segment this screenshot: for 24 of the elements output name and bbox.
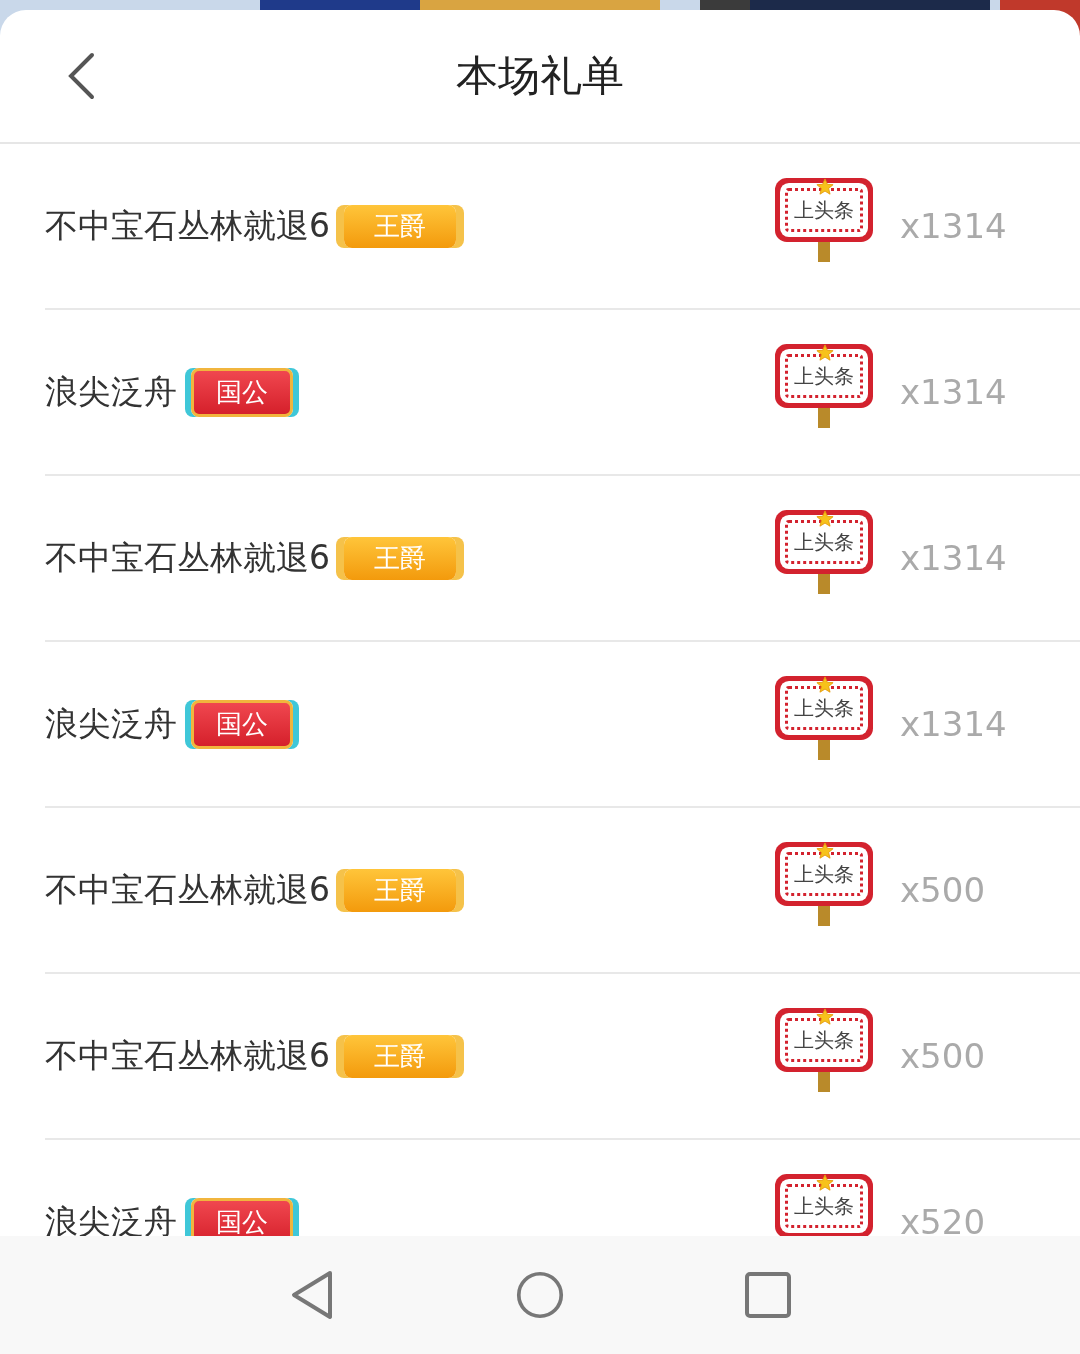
gift-count: x1314 bbox=[900, 206, 1008, 246]
gift-count: x520 bbox=[900, 1202, 987, 1236]
gift-count: x500 bbox=[900, 870, 987, 910]
star-icon bbox=[816, 676, 834, 694]
star-icon bbox=[816, 1008, 834, 1026]
user-name: 不中宝石丛林就退6 bbox=[45, 868, 330, 911]
page-title: 本场礼单 bbox=[456, 50, 624, 102]
star-icon bbox=[816, 344, 834, 362]
user-name: 浪尖泛舟 bbox=[45, 370, 177, 413]
star-icon bbox=[816, 842, 834, 860]
home-circle-icon[interactable] bbox=[516, 1269, 564, 1321]
user-name: 不中宝石丛林就退6 bbox=[45, 204, 330, 247]
back-icon[interactable] bbox=[66, 50, 96, 102]
user-name: 不中宝石丛林就退6 bbox=[45, 1034, 330, 1077]
gift-count: x1314 bbox=[900, 704, 1008, 744]
gift-count: x500 bbox=[900, 1036, 987, 1076]
recent-apps-icon[interactable] bbox=[744, 1269, 792, 1321]
user-name: 不中宝石丛林就退6 bbox=[45, 536, 330, 579]
star-icon bbox=[816, 1174, 834, 1192]
gift-count: x1314 bbox=[900, 372, 1008, 412]
star-icon bbox=[816, 178, 834, 196]
user-name: 浪尖泛舟 bbox=[45, 702, 177, 745]
star-icon bbox=[816, 510, 834, 528]
gift-count: x1314 bbox=[900, 538, 1008, 578]
